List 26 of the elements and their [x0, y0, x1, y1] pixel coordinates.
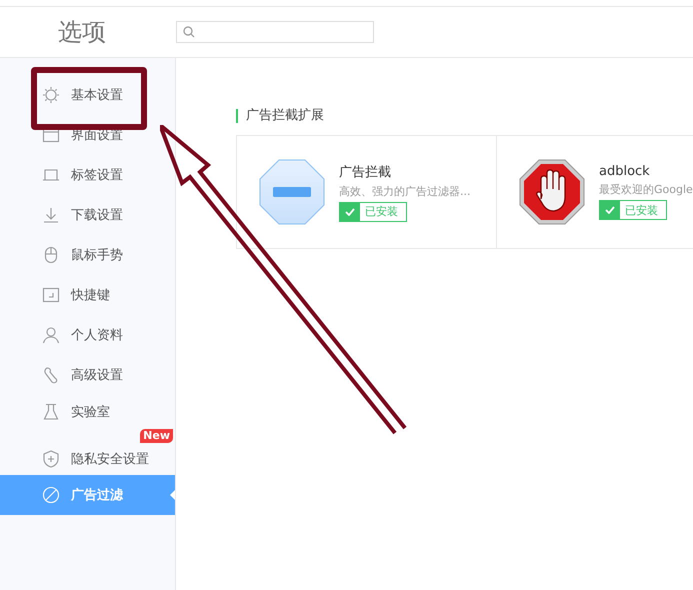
installed-badge: 已安装: [339, 202, 407, 222]
extension-card[interactable]: 广告拦截 高效、强力的广告过滤器... 已安装: [237, 136, 497, 248]
check-icon: [605, 206, 615, 214]
extension-card[interactable]: adblock 最受欢迎的Google 已安装: [497, 136, 693, 248]
extension-description: 最受欢迎的Google: [599, 182, 693, 197]
extension-name: adblock: [599, 164, 651, 179]
check-icon: [345, 208, 355, 216]
section-title: 广告拦截扩展: [236, 109, 693, 123]
search-icon: [183, 26, 195, 38]
new-badge: New: [140, 429, 173, 443]
window-title: 选项: [57, 17, 107, 48]
sidebar-item[interactable]: 鼠标手势: [0, 235, 175, 275]
extension-description: 高效、强力的广告过滤器...: [339, 184, 470, 198]
installed-badge: 已安装: [599, 200, 667, 220]
sidebar-item[interactable]: 个人资料: [0, 315, 175, 355]
sidebar-item[interactable]: 高级设置: [0, 355, 175, 395]
hand-stop-icon: [519, 159, 585, 225]
extension-name: 广告拦截: [339, 164, 392, 180]
minus-octagon-icon: [259, 159, 325, 225]
search-field[interactable]: [176, 21, 374, 43]
sidebar-item[interactable]: 标签设置: [0, 155, 175, 195]
sidebar-item[interactable]: 实验室: [0, 395, 175, 429]
sidebar-item[interactable]: 基本设置: [0, 75, 175, 115]
sidebar-item[interactable]: 隐私安全设置: [0, 443, 175, 475]
sidebar-item[interactable]: 快捷键: [0, 275, 175, 315]
sidebar-item[interactable]: 下载设置: [0, 195, 175, 235]
